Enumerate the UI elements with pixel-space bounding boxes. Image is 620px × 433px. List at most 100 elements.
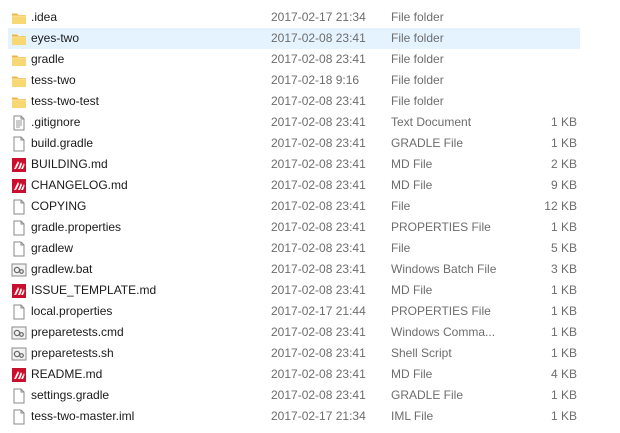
file-name: eyes-two (31, 31, 80, 45)
file-type: PROPERTIES File (391, 304, 491, 318)
file-row[interactable]: gradle.properties 2017-02-08 23:41 PROPERT… (0, 217, 620, 238)
generic-file-icon (11, 388, 27, 404)
file-size: 1 KB (550, 304, 577, 318)
folder-icon (11, 10, 27, 26)
date-modified: 2017-02-08 23:41 (271, 136, 366, 150)
generic-file-icon (11, 199, 27, 215)
file-type: Text Document (391, 115, 472, 129)
file-row[interactable]: COPYING 2017-02-08 23:41 File 12 KB (0, 196, 620, 217)
file-row[interactable]: preparetests.sh 2017-02-08 23:41 Shell Scr… (0, 343, 620, 364)
file-row[interactable]: ISSUE_TEMPLATE.md 2017-02-08 23:41 MD File… (0, 280, 620, 301)
date-modified: 2017-02-17 21:34 (271, 10, 366, 24)
file-list: .idea 2017-02-17 21:34 File folder eyes-two… (0, 0, 620, 433)
file-size: 1 KB (550, 325, 577, 339)
batch-file-icon (11, 262, 27, 278)
file-size: 1 KB (550, 346, 577, 360)
date-modified: 2017-02-08 23:41 (271, 325, 366, 339)
file-row[interactable]: BUILDING.md 2017-02-08 23:41 MD File 2 KB (0, 154, 620, 175)
file-row[interactable]: build.gradle 2017-02-08 23:41 GRADLE File 1… (0, 133, 620, 154)
file-type: MD File (391, 283, 433, 297)
date-modified: 2017-02-17 21:34 (271, 409, 366, 423)
file-type: IML File (391, 409, 434, 423)
date-modified: 2017-02-18 9:16 (271, 73, 360, 87)
file-type: MD File (391, 178, 433, 192)
file-name: README.md (31, 367, 103, 381)
text-document-icon (11, 115, 27, 131)
file-name: COPYING (31, 199, 87, 213)
file-size: 9 KB (550, 178, 577, 192)
file-row[interactable]: preparetests.cmd 2017-02-08 23:41 Windows … (0, 322, 620, 343)
file-row[interactable]: gradlew 2017-02-08 23:41 File 5 KB (0, 238, 620, 259)
file-type: File (391, 199, 411, 213)
file-row[interactable]: tess-two-test 2017-02-08 23:41 File folder (0, 91, 620, 112)
file-size: 4 KB (550, 367, 577, 381)
batch-file-icon (11, 325, 27, 341)
file-row[interactable]: tess-two-master.iml 2017-02-17 21:34 IML F… (0, 406, 620, 427)
date-modified: 2017-02-08 23:41 (271, 199, 366, 213)
file-type: Shell Script (391, 346, 452, 360)
markdown-file-icon (11, 283, 27, 299)
file-name: gradlew (31, 241, 74, 255)
date-modified: 2017-02-08 23:41 (271, 283, 366, 297)
file-type: MD File (391, 367, 433, 381)
file-size: 1 KB (550, 220, 577, 234)
file-size: 2 KB (550, 157, 577, 171)
file-size: 1 KB (550, 115, 577, 129)
date-modified: 2017-02-08 23:41 (271, 388, 366, 402)
date-modified: 2017-02-17 21:44 (271, 304, 366, 318)
date-modified: 2017-02-08 23:41 (271, 346, 366, 360)
date-modified: 2017-02-08 23:41 (271, 94, 366, 108)
file-row[interactable]: .idea 2017-02-17 21:34 File folder (0, 7, 620, 28)
file-name: BUILDING.md (31, 157, 108, 171)
file-size: 1 KB (550, 136, 577, 150)
markdown-file-icon (11, 157, 27, 173)
file-type: GRADLE File (391, 136, 464, 150)
file-row[interactable]: tess-two 2017-02-18 9:16 File folder (0, 70, 620, 91)
date-modified: 2017-02-08 23:41 (271, 178, 366, 192)
file-row[interactable]: local.properties 2017-02-17 21:44 PROPERTI… (0, 301, 620, 322)
file-row[interactable]: gradle 2017-02-08 23:41 File folder (0, 49, 620, 70)
file-name: tess-two (31, 73, 76, 87)
file-name: settings.gradle (31, 388, 110, 402)
file-name: .idea (31, 10, 58, 24)
file-name: tess-two-test (31, 94, 100, 108)
file-name: preparetests.cmd (31, 325, 124, 339)
date-modified: 2017-02-08 23:41 (271, 31, 366, 45)
file-name: gradlew.bat (31, 262, 93, 276)
generic-file-icon (11, 136, 27, 152)
file-size: 1 KB (550, 409, 577, 423)
file-row[interactable]: gradlew.bat 2017-02-08 23:41 Windows Batch… (0, 259, 620, 280)
file-type: File (391, 241, 411, 255)
date-modified: 2017-02-08 23:41 (271, 367, 366, 381)
file-type: File folder (391, 10, 444, 24)
file-type: PROPERTIES File (391, 220, 491, 234)
file-row[interactable]: CHANGELOG.md 2017-02-08 23:41 MD File 9 KB (0, 175, 620, 196)
file-size: 1 KB (550, 388, 577, 402)
file-size: 3 KB (550, 262, 577, 276)
batch-file-icon (11, 346, 27, 362)
file-type: File folder (391, 73, 444, 87)
file-name: local.properties (31, 304, 113, 318)
file-name: ISSUE_TEMPLATE.md (31, 283, 157, 297)
file-row[interactable]: eyes-two 2017-02-08 23:41 File folder (0, 28, 620, 49)
file-row[interactable]: README.md 2017-02-08 23:41 MD File 4 KB (0, 364, 620, 385)
file-type: Windows Batch File (391, 262, 497, 276)
file-type: GRADLE File (391, 388, 464, 402)
date-modified: 2017-02-08 23:41 (271, 115, 366, 129)
file-name: .gitignore (31, 115, 81, 129)
markdown-file-icon (11, 178, 27, 194)
file-name: tess-two-master.iml (31, 409, 135, 423)
file-type: File folder (391, 94, 444, 108)
generic-file-icon (11, 220, 27, 236)
file-type: Windows Comma... (391, 325, 496, 339)
file-row[interactable]: settings.gradle 2017-02-08 23:41 GRADLE Fi… (0, 385, 620, 406)
date-modified: 2017-02-08 23:41 (271, 52, 366, 66)
date-modified: 2017-02-08 23:41 (271, 157, 366, 171)
date-modified: 2017-02-08 23:41 (271, 262, 366, 276)
file-name: build.gradle (31, 136, 94, 150)
file-row[interactable]: .gitignore 2017-02-08 23:41 Text Document 1… (0, 112, 620, 133)
file-size: 12 KB (544, 199, 577, 213)
folder-icon (11, 94, 27, 110)
file-size: 1 KB (550, 283, 577, 297)
folder-icon (11, 52, 27, 68)
